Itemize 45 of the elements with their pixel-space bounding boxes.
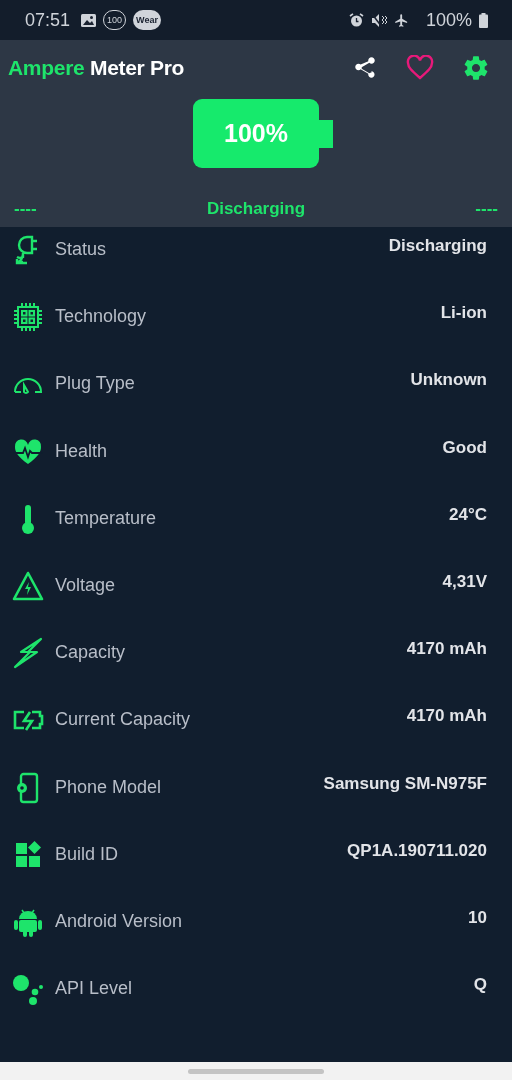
row-label: Phone Model (55, 775, 162, 799)
clock-time: 07:51 (25, 9, 71, 31)
warning-bolt-icon (12, 569, 44, 602)
alarm-icon (348, 12, 364, 28)
battery-percent: 100% (224, 119, 288, 148)
row-label: Capacity (55, 641, 126, 665)
row-value: 4170 mAh (406, 638, 487, 661)
row-value: 24°C (449, 503, 487, 526)
row-label: API Level (55, 977, 133, 1001)
mute-vibrate-icon (370, 12, 387, 28)
chip-icon (12, 301, 44, 334)
row-label: Build ID (55, 842, 119, 866)
heart-icon[interactable] (406, 55, 434, 81)
battery-percent: 100% (425, 9, 472, 31)
airplane-icon (393, 12, 409, 28)
row-value: 10 (468, 906, 487, 929)
row-label: Current Capacity (55, 708, 191, 732)
home-handle[interactable] (188, 1068, 324, 1074)
row-value: Samsung SM-N975F (323, 772, 487, 795)
row-label: Voltage (55, 573, 116, 597)
row-value: Good (442, 436, 487, 459)
row-label: Plug Type (55, 372, 135, 396)
row-value: Li-ion (440, 302, 487, 325)
share-icon[interactable] (352, 55, 378, 81)
row-value: QP1A.190711.020 (347, 839, 487, 862)
lightning-icon (12, 637, 44, 670)
row-label: Android Version (55, 909, 183, 933)
row-value: 4170 mAh (406, 705, 487, 728)
row-label: Technology (55, 305, 147, 329)
power-reading: ---- (475, 199, 498, 219)
row-value: Discharging (388, 235, 487, 257)
row-label: Status (55, 238, 107, 261)
row-value: Unknown (410, 369, 487, 392)
battery-icon (479, 12, 488, 28)
notification-badge: Wear (133, 10, 161, 30)
row-label: Temperature (55, 506, 157, 530)
row-value: Q (473, 974, 487, 997)
row-label: Health (55, 439, 108, 463)
current-reading: ---- (14, 199, 37, 219)
row-value: 4,31V (442, 570, 487, 593)
dots-icon (12, 973, 44, 1006)
image-icon (81, 13, 97, 27)
settings-icon[interactable] (462, 54, 490, 82)
app-title: Ampere Meter Pro (8, 56, 185, 80)
charge-state: Discharging (206, 199, 306, 219)
